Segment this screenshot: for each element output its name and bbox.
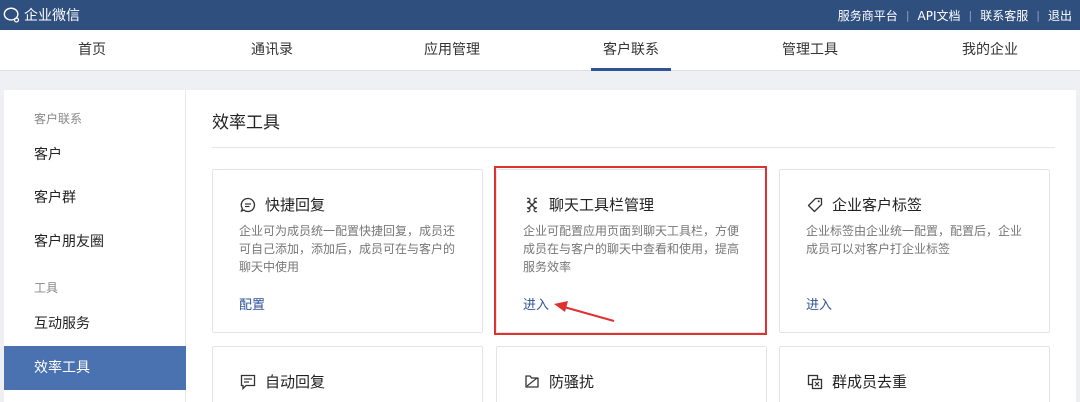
api-docs-link[interactable]: API文档: [910, 7, 969, 24]
card-header: 群成员去重: [806, 371, 907, 392]
sidebar-group-tools: 工具: [34, 281, 59, 295]
configure-link[interactable]: 配置: [239, 294, 265, 313]
brand-name: 企业微信: [24, 8, 80, 24]
main-nav: 首页 通讯录 应用管理 客户联系 管理工具 我的企业: [0, 30, 1080, 71]
card-chat-toolbar: 聊天工具栏管理 企业可配置应用页面到聊天工具栏，方便成员在与客户的聊天中查看和使…: [496, 169, 767, 333]
page-title: 效率工具: [212, 113, 280, 133]
sidebar-item-customers[interactable]: 客户: [4, 138, 186, 172]
card-header: 快捷回复: [239, 194, 325, 215]
nav-contacts[interactable]: 通讯录: [251, 30, 293, 71]
annotation-arrow-icon: [554, 301, 615, 322]
logout-link[interactable]: 退出: [1040, 7, 1080, 24]
card-description: 企业标签由企业统一配置，配置后，企业成员可以对客户打企业标签: [806, 224, 1023, 256]
sidebar-group-customer-contact: 客户联系: [34, 112, 83, 126]
brand[interactable]: 企业微信: [3, 4, 80, 26]
card-customer-tags: 企业客户标签 企业标签由企业统一配置，配置后，企业成员可以对客户打企业标签 进入: [779, 169, 1050, 333]
card-header: 企业客户标签: [806, 194, 922, 215]
contact-support-link[interactable]: 联系客服: [972, 7, 1036, 24]
top-bar: 企业微信 服务商平台 | API文档 | 联系客服 | 退出: [0, 0, 1080, 30]
enter-link[interactable]: 进入: [806, 294, 832, 313]
card-title: 群成员去重: [832, 373, 908, 391]
nav-management-tools[interactable]: 管理工具: [782, 30, 838, 71]
enter-link[interactable]: 进入: [523, 294, 549, 313]
nav-app-management[interactable]: 应用管理: [424, 30, 480, 71]
auto-reply-icon: [240, 374, 256, 390]
nav-home[interactable]: 首页: [78, 30, 106, 71]
nav-my-enterprise[interactable]: 我的企业: [962, 30, 1018, 71]
top-links: 服务商平台 | API文档 | 联系客服 | 退出: [830, 0, 1080, 30]
card-group-dedupe: 群成员去重: [779, 346, 1050, 402]
flag-icon: [525, 374, 539, 388]
card-quick-reply: 快捷回复 企业可为成员统一配置快捷回复，成员还可自己添加，添加后，成员可在与客户…: [212, 169, 483, 333]
card-title: 聊天工具栏管理: [549, 196, 655, 214]
provider-platform-link[interactable]: 服务商平台: [830, 7, 906, 24]
card-auto-reply: 自动回复: [212, 346, 483, 402]
sidebar-item-efficiency-tools[interactable]: 效率工具: [4, 346, 186, 390]
card-header: 聊天工具栏管理: [523, 194, 654, 215]
card-header: 自动回复: [239, 371, 325, 392]
card-title: 企业客户标签: [832, 196, 923, 214]
nav-customer-contact[interactable]: 客户联系: [591, 30, 671, 71]
sidebar-item-customer-moments[interactable]: 客户朋友圈: [4, 225, 186, 259]
divider: [212, 147, 1055, 148]
card-title: 快捷回复: [265, 196, 326, 214]
tag-icon: [807, 197, 823, 212]
wecom-logo-icon: [3, 7, 20, 23]
card-header: 防骚扰: [523, 371, 594, 392]
card-anti-harassment: 防骚扰: [496, 346, 767, 402]
sidebar-item-customer-groups[interactable]: 客户群: [4, 181, 186, 215]
card-description: 企业可配置应用页面到聊天工具栏，方便成员在与客户的聊天中查看和使用，提高服务效率: [523, 224, 740, 274]
card-description: 企业可为成员统一配置快捷回复，成员还可自己添加，添加后，成员可在与客户的聊天中使…: [239, 224, 456, 274]
sidebar: 客户联系 客户 客户群 客户朋友圈 工具 互动服务 效率工具: [4, 90, 186, 402]
card-title: 防骚扰: [549, 373, 595, 391]
sidebar-item-interactive-services[interactable]: 互动服务: [4, 307, 186, 341]
chat-bubble-icon: [240, 197, 256, 212]
toolbar-icon: [526, 197, 538, 212]
dedupe-icon: [807, 374, 823, 389]
card-title: 自动回复: [265, 373, 326, 391]
